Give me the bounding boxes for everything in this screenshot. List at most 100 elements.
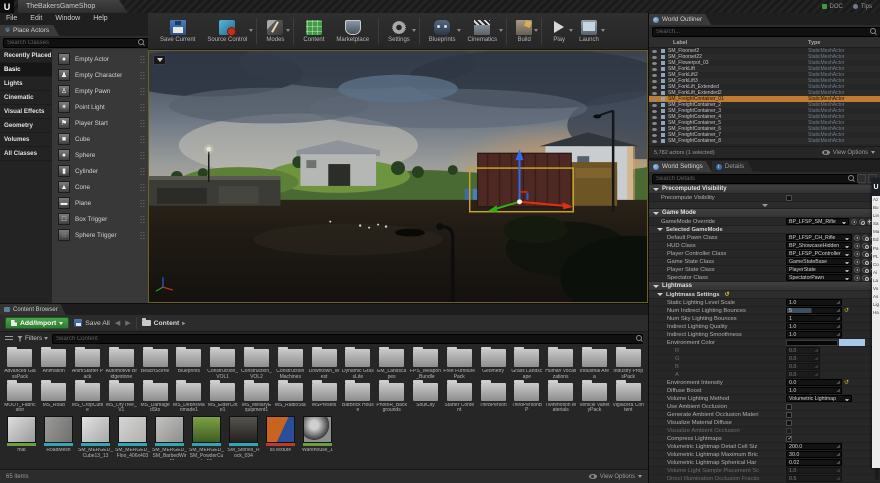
visibility-eye-icon[interactable] bbox=[652, 116, 657, 119]
search-content-input[interactable] bbox=[52, 334, 643, 344]
visibility-eye-icon[interactable] bbox=[652, 122, 657, 125]
placeable-actor-item[interactable]: □ Box Trigger bbox=[52, 211, 148, 227]
category-item[interactable]: All Classes bbox=[0, 147, 52, 161]
drag-grip-icon[interactable] bbox=[140, 103, 145, 112]
visibility-eye-icon[interactable] bbox=[652, 80, 657, 83]
class-dropdown[interactable]: BP_LFSP_CH_Rifle bbox=[786, 234, 852, 241]
drag-grip-icon[interactable] bbox=[140, 135, 145, 144]
world-settings-tab[interactable]: World Settings bbox=[649, 161, 712, 172]
visibility-eye-icon[interactable] bbox=[652, 56, 657, 59]
folder-tile[interactable]: FPS_Weapon_Bundle bbox=[409, 347, 443, 381]
asset-tile[interactable]: SM_MERGED_SM_BarbedWire_11 bbox=[151, 414, 188, 460]
reset-to-default-icon[interactable]: ↺ bbox=[724, 292, 729, 298]
folder-tile[interactable]: Construction Machines bbox=[273, 347, 307, 381]
placeable-actor-item[interactable]: ▬ Plane bbox=[52, 195, 148, 211]
placeable-actor-item[interactable]: ♟ Empty Character bbox=[52, 67, 148, 83]
folder-tile[interactable]: Grass Landscape bbox=[510, 347, 544, 381]
drag-grip-icon[interactable] bbox=[140, 55, 145, 64]
details-tab[interactable]: i Details bbox=[712, 161, 753, 172]
document-tab[interactable]: TheBakersGameShop bbox=[18, 0, 128, 13]
asset-tile[interactable]: mat bbox=[3, 414, 40, 460]
launch-button[interactable]: Launch bbox=[573, 20, 605, 43]
visibility-eye-icon[interactable] bbox=[652, 68, 657, 71]
folder-tile[interactable]: AnimStarter Pack bbox=[71, 347, 105, 381]
placeable-actor-item[interactable]: ■ Cube bbox=[52, 131, 148, 147]
folder-tile[interactable]: Industrial Area bbox=[578, 347, 612, 381]
folder-tile[interactable]: Vehicle VarietyPack bbox=[578, 381, 612, 415]
view-options-button[interactable]: View Options bbox=[589, 474, 642, 480]
folder-tile[interactable]: MSPresets bbox=[307, 381, 341, 415]
advanced-expander[interactable] bbox=[649, 202, 880, 209]
drag-grip-icon[interactable] bbox=[140, 231, 145, 240]
folder-tile[interactable]: Construction_VOL2 bbox=[240, 347, 274, 381]
use-selected-icon[interactable] bbox=[854, 275, 860, 281]
class-dropdown[interactable]: BP_ShowcaseHidden bbox=[786, 242, 852, 249]
property-checkbox[interactable] bbox=[786, 428, 792, 434]
menu-item[interactable]: Edit bbox=[29, 15, 43, 22]
drag-grip-icon[interactable] bbox=[140, 215, 145, 224]
channel-numeric-input[interactable]: 0.0 bbox=[786, 371, 820, 378]
placeable-actor-item[interactable]: ✶ Point Light bbox=[52, 99, 148, 115]
category-item[interactable]: Recently Placed bbox=[0, 49, 52, 63]
class-dropdown[interactable]: SpectatorPawn bbox=[786, 274, 852, 281]
color-picker-block[interactable] bbox=[839, 339, 865, 346]
browse-icon[interactable] bbox=[862, 259, 868, 265]
folder-tile[interactable]: MS_CropCuttle bbox=[71, 381, 105, 415]
browse-icon[interactable] bbox=[862, 275, 868, 281]
placeable-actor-item[interactable]: ▮ Cylinder bbox=[52, 163, 148, 179]
channel-numeric-input[interactable]: 0.0 bbox=[786, 347, 820, 354]
placeable-actor-item[interactable]: ▲ Cone bbox=[52, 179, 148, 195]
property-checkbox[interactable] bbox=[786, 420, 792, 426]
use-selected-icon[interactable] bbox=[854, 243, 860, 249]
numeric-input[interactable]: 1.0 bbox=[786, 323, 842, 330]
drag-grip-icon[interactable] bbox=[140, 199, 145, 208]
visibility-eye-icon[interactable] bbox=[652, 92, 657, 95]
volume-lighting-method-dropdown[interactable]: Volumetric Lightmap bbox=[786, 395, 852, 402]
modes-button[interactable]: Modes bbox=[260, 20, 290, 43]
class-dropdown[interactable]: PlayerState bbox=[786, 266, 852, 273]
browse-icon[interactable] bbox=[862, 235, 868, 241]
channel-numeric-input[interactable]: 0.0 bbox=[786, 363, 820, 370]
folder-tile[interactable]: Dynamic GrassLite bbox=[341, 347, 375, 381]
menu-item[interactable]: Help bbox=[92, 15, 108, 22]
numeric-input[interactable]: 1.0 bbox=[786, 387, 842, 394]
folder-tile[interactable]: Starter Content bbox=[442, 381, 476, 415]
content-button[interactable]: Content bbox=[297, 20, 330, 43]
sources-panel-icon[interactable] bbox=[5, 335, 13, 342]
folder-tile[interactable]: Animation bbox=[37, 347, 71, 381]
folder-tile[interactable]: Twinmotion Materials bbox=[544, 381, 578, 415]
menu-item[interactable]: Window bbox=[54, 15, 81, 22]
numeric-input[interactable]: 1.0 bbox=[786, 299, 842, 306]
visibility-eye-icon[interactable] bbox=[652, 86, 657, 89]
property-checkbox[interactable] bbox=[786, 404, 792, 410]
color-swatch[interactable] bbox=[786, 340, 838, 346]
asset-tile[interactable]: SM_MERGED_Floo_406x403 bbox=[114, 414, 151, 460]
folder-tile[interactable]: Geometry bbox=[476, 347, 510, 381]
category-item[interactable]: Visual Effects bbox=[0, 105, 52, 119]
type-column-header[interactable]: Type bbox=[808, 40, 880, 46]
numeric-input[interactable]: 1 bbox=[786, 315, 842, 322]
numeric-input[interactable]: 0.02 bbox=[786, 459, 842, 466]
folder-tile[interactable]: Blueprints bbox=[172, 347, 206, 381]
tips-badge[interactable]: Tips bbox=[853, 4, 872, 10]
numeric-input[interactable]: 1.0 bbox=[786, 331, 842, 338]
class-dropdown[interactable]: BP_LFSP_PController bbox=[786, 250, 852, 257]
doc-badge[interactable]: DOC bbox=[822, 4, 843, 10]
precompute-visibility-checkbox[interactable] bbox=[786, 195, 792, 201]
folder-tile[interactable]: Construction_VOL1 bbox=[206, 347, 240, 381]
folder-tile[interactable]: Industry PropsPack bbox=[611, 347, 645, 381]
folder-tile[interactable]: MS_DebrisManmade1 bbox=[172, 381, 206, 415]
numeric-input[interactable]: 30.0 bbox=[786, 451, 842, 458]
outliner-view-options-button[interactable]: View Options bbox=[822, 150, 875, 156]
browse-icon[interactable] bbox=[859, 219, 865, 225]
drag-grip-icon[interactable] bbox=[140, 119, 145, 128]
folder-tile[interactable]: ThirdPerson bbox=[476, 381, 510, 415]
blueprints-button[interactable]: Blueprints bbox=[423, 20, 462, 43]
folder-tile[interactable]: Automotive Bridgestone bbox=[104, 347, 138, 381]
category-item[interactable]: Basic bbox=[0, 63, 52, 77]
save-current-button[interactable]: Save Current bbox=[154, 20, 201, 43]
folder-tile[interactable]: BatBrick House bbox=[341, 381, 375, 415]
category-item[interactable]: Volumes bbox=[0, 133, 52, 147]
browse-icon[interactable] bbox=[862, 243, 868, 249]
class-dropdown[interactable]: GameStateBase bbox=[786, 258, 852, 265]
